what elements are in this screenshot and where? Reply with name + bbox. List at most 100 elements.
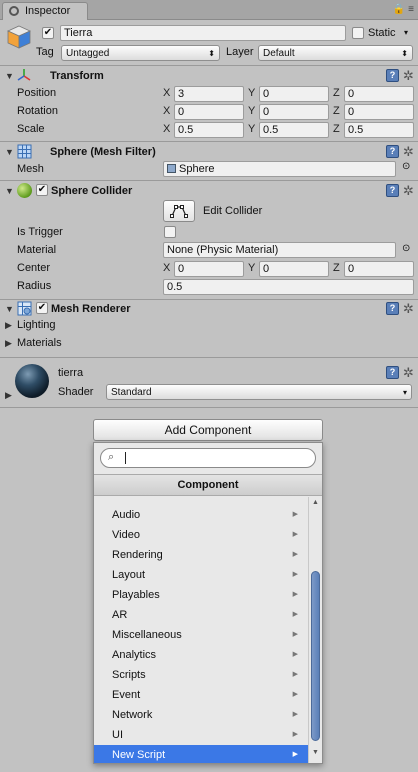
gameobject-cube-icon — [6, 24, 32, 50]
y-label[interactable]: Y — [248, 123, 255, 135]
edit-collider-label: Edit Collider — [203, 205, 263, 217]
popup-menu-item[interactable]: New Script ▶ — [94, 745, 308, 763]
object-name-field[interactable]: Tierra — [60, 25, 346, 41]
z-label[interactable]: Z — [333, 105, 340, 117]
y-label[interactable]: Y — [248, 87, 255, 99]
active-checkbox[interactable]: ✔ — [42, 27, 54, 39]
x-label[interactable]: X — [163, 87, 170, 99]
popup-menu-item-label: Video — [112, 529, 140, 541]
popup-menu-item[interactable]: Video ▶ — [94, 525, 308, 545]
popup-menu-item-label: Miscellaneous — [112, 629, 182, 641]
collider-enabled-checkbox[interactable]: ✔ — [36, 184, 48, 196]
rotation-y-field[interactable]: 0 — [259, 104, 329, 120]
foldout-closed-icon[interactable]: ▶ — [5, 390, 12, 401]
object-picker-icon[interactable]: ⊙ — [402, 243, 410, 254]
foldout-open-icon[interactable]: ▼ — [5, 71, 14, 81]
divider — [0, 357, 418, 358]
popup-menu-item[interactable]: Event ▶ — [94, 685, 308, 705]
center-x-field[interactable]: 0 — [174, 261, 244, 277]
popup-menu-item[interactable]: Scripts ▶ — [94, 665, 308, 685]
z-label[interactable]: Z — [333, 262, 340, 274]
lock-menu-icon[interactable]: 🔒 ≡ — [393, 4, 414, 15]
rotation-z-field[interactable]: 0 — [344, 104, 414, 120]
center-z-field[interactable]: 0 — [344, 261, 414, 277]
physic-material-field[interactable]: None (Physic Material) — [163, 242, 396, 258]
position-z-field[interactable]: 0 — [344, 86, 414, 102]
popup-menu-item[interactable]: Audio ▶ — [94, 505, 308, 525]
position-x-field[interactable]: 3 — [174, 86, 244, 102]
layer-dropdown[interactable]: Default ⬍ — [258, 45, 413, 61]
lighting-foldout[interactable]: Lighting — [17, 319, 56, 331]
popup-menu-item[interactable]: AR ▶ — [94, 605, 308, 625]
x-label[interactable]: X — [163, 123, 170, 135]
renderer-enabled-checkbox[interactable]: ✔ — [36, 302, 48, 314]
foldout-closed-icon[interactable]: ▶ — [5, 338, 12, 349]
position-y-field[interactable]: 0 — [259, 86, 329, 102]
gear-icon[interactable]: ✲ — [403, 366, 414, 379]
popup-menu-item[interactable]: Rendering ▶ — [94, 545, 308, 565]
help-book-icon[interactable]: ? — [386, 69, 399, 82]
x-label[interactable]: X — [163, 105, 170, 117]
scrollbar-track[interactable]: ▲ ▼ — [308, 497, 322, 763]
is-trigger-checkbox[interactable] — [164, 226, 176, 238]
help-book-icon[interactable]: ? — [386, 184, 399, 197]
tag-dropdown[interactable]: Untagged ⬍ — [61, 45, 220, 61]
submenu-arrow-icon: ▶ — [292, 671, 298, 678]
popup-menu-item[interactable]: Analytics ▶ — [94, 645, 308, 665]
scale-y-field[interactable]: 0.5 — [259, 122, 329, 138]
component-title: Transform — [50, 70, 104, 82]
scroll-down-arrow-icon[interactable]: ▼ — [312, 749, 319, 756]
submenu-arrow-icon: ▶ — [292, 631, 298, 638]
gear-icon[interactable]: ✲ — [403, 145, 414, 158]
add-component-button[interactable]: Add Component — [93, 419, 323, 441]
x-label[interactable]: X — [163, 262, 170, 274]
shader-dropdown[interactable]: Standard ▾ — [106, 384, 412, 400]
search-field[interactable]: ⌕ — [100, 448, 316, 468]
mesh-renderer-icon — [17, 301, 32, 316]
scroll-up-arrow-icon[interactable]: ▲ — [312, 499, 319, 506]
popup-menu-item[interactable]: Miscellaneous ▶ — [94, 625, 308, 645]
search-icon: ⌕ — [108, 451, 115, 463]
submenu-arrow-icon: ▶ — [292, 651, 298, 658]
gear-icon[interactable]: ✲ — [403, 184, 414, 197]
materials-foldout[interactable]: Materials — [17, 337, 62, 349]
foldout-open-icon[interactable]: ▼ — [5, 186, 14, 196]
y-label[interactable]: Y — [248, 105, 255, 117]
help-book-icon[interactable]: ? — [386, 302, 399, 315]
help-book-icon[interactable]: ? — [386, 366, 399, 379]
foldout-closed-icon[interactable]: ▶ — [5, 320, 12, 331]
tab-inspector[interactable]: Inspector — [2, 2, 88, 20]
z-label[interactable]: Z — [333, 87, 340, 99]
rotation-x-field[interactable]: 0 — [174, 104, 244, 120]
object-picker-icon[interactable]: ⊙ — [402, 161, 410, 172]
static-dropdown-icon[interactable]: ▾ — [404, 28, 414, 37]
scrollbar-thumb[interactable] — [311, 571, 320, 741]
foldout-open-icon[interactable]: ▼ — [5, 147, 14, 157]
edit-collider-button[interactable] — [163, 200, 195, 222]
y-label[interactable]: Y — [248, 262, 255, 274]
shader-value: Standard — [111, 387, 152, 398]
layer-label: Layer — [226, 46, 254, 58]
help-book-icon[interactable]: ? — [386, 145, 399, 158]
popup-menu-item-label: Event — [112, 689, 141, 701]
divider — [0, 65, 418, 66]
popup-menu-item[interactable]: Network ▶ — [94, 705, 308, 725]
divider — [0, 141, 418, 142]
gear-icon[interactable]: ✲ — [403, 69, 414, 82]
shader-label: Shader — [58, 386, 94, 398]
foldout-open-icon[interactable]: ▼ — [5, 304, 14, 314]
gear-icon[interactable]: ✲ — [403, 302, 414, 315]
popup-menu-item[interactable]: UI ▶ — [94, 725, 308, 745]
z-label[interactable]: Z — [333, 123, 340, 135]
radius-field[interactable]: 0.5 — [163, 279, 414, 295]
popup-menu-item[interactable]: Playables ▶ — [94, 585, 308, 605]
static-checkbox[interactable] — [352, 27, 364, 39]
component-title: Mesh Renderer — [51, 303, 131, 315]
center-y-field[interactable]: 0 — [259, 261, 329, 277]
scale-x-field[interactable]: 0.5 — [174, 122, 244, 138]
submenu-arrow-icon: ▶ — [292, 591, 298, 598]
popup-menu-item[interactable]: Layout ▶ — [94, 565, 308, 585]
mesh-object-field[interactable]: Sphere — [163, 161, 396, 177]
scale-z-field[interactable]: 0.5 — [344, 122, 414, 138]
chevron-updown-icon: ⬍ — [401, 49, 408, 58]
